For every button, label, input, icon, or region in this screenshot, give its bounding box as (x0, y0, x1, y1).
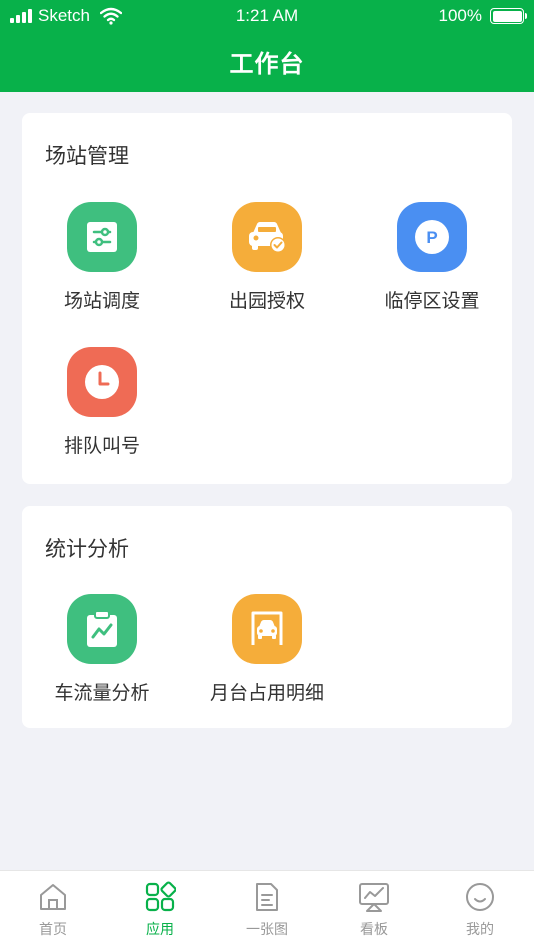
sliders-icon (67, 202, 137, 272)
app-label: 月台占用明细 (209, 682, 324, 704)
tab-mine[interactable]: 我的 (427, 881, 533, 939)
garage-car-icon (232, 594, 302, 664)
apps-icon (145, 881, 176, 912)
tab-one-map[interactable]: 一张图 (214, 881, 320, 939)
app-tile-station-dispatch[interactable]: 场站调度 (22, 202, 182, 313)
car-check-icon (232, 202, 302, 272)
tab-label: 应用 (146, 922, 174, 938)
app-label: 临停区设置 (384, 290, 480, 312)
home-icon (40, 884, 66, 910)
section-title: 场站管理 (45, 144, 129, 168)
tab-apps[interactable]: 应用 (107, 881, 213, 939)
app-label: 场站调度 (63, 290, 140, 312)
section-card-statistics: 统计分析 车流量分析 月台占用明细 (22, 506, 512, 728)
section-title: 统计分析 (45, 537, 129, 561)
svg-text:P: P (426, 228, 437, 247)
page-title: 工作台 (229, 50, 305, 78)
app-tile-dock-occupancy[interactable]: 月台占用明细 (187, 594, 347, 705)
dashboard-icon (359, 883, 389, 912)
tab-home[interactable]: 首页 (0, 881, 106, 939)
smile-icon (466, 883, 494, 911)
app-tile-temp-parking-settings[interactable]: P 临停区设置 (352, 202, 512, 313)
clipboard-chart-icon (67, 594, 137, 664)
tab-label: 首页 (39, 922, 67, 938)
app-label: 车流量分析 (54, 682, 150, 704)
top-bar: Sketch 1:21 AM 100% 工作台 (0, 0, 534, 92)
tab-dashboard[interactable]: 看板 (321, 881, 427, 939)
battery-icon (490, 8, 527, 24)
map-doc-icon (256, 883, 278, 911)
app-tile-exit-authorization[interactable]: 出园授权 (187, 202, 347, 313)
section-card-station-management: 场站管理 场站调度 出园授权 P 临停区设置 排队叫号 (22, 113, 512, 484)
app-tile-queue-calling[interactable]: 排队叫号 (22, 347, 182, 458)
app-label: 出园授权 (228, 290, 305, 312)
parking-icon: P (397, 202, 467, 272)
tab-label: 一张图 (246, 922, 288, 938)
tab-label: 我的 (466, 922, 494, 938)
tab-label: 看板 (360, 922, 388, 938)
battery-percent: 100% (438, 6, 482, 25)
app-tile-traffic-analysis[interactable]: 车流量分析 (22, 594, 182, 705)
clock-icon (67, 347, 137, 417)
status-bar: Sketch 1:21 AM 100% (0, 0, 534, 34)
app-label: 排队叫号 (63, 435, 140, 457)
bottom-tab-bar: 首页 应用 一张图 看板 我的 (0, 870, 534, 950)
